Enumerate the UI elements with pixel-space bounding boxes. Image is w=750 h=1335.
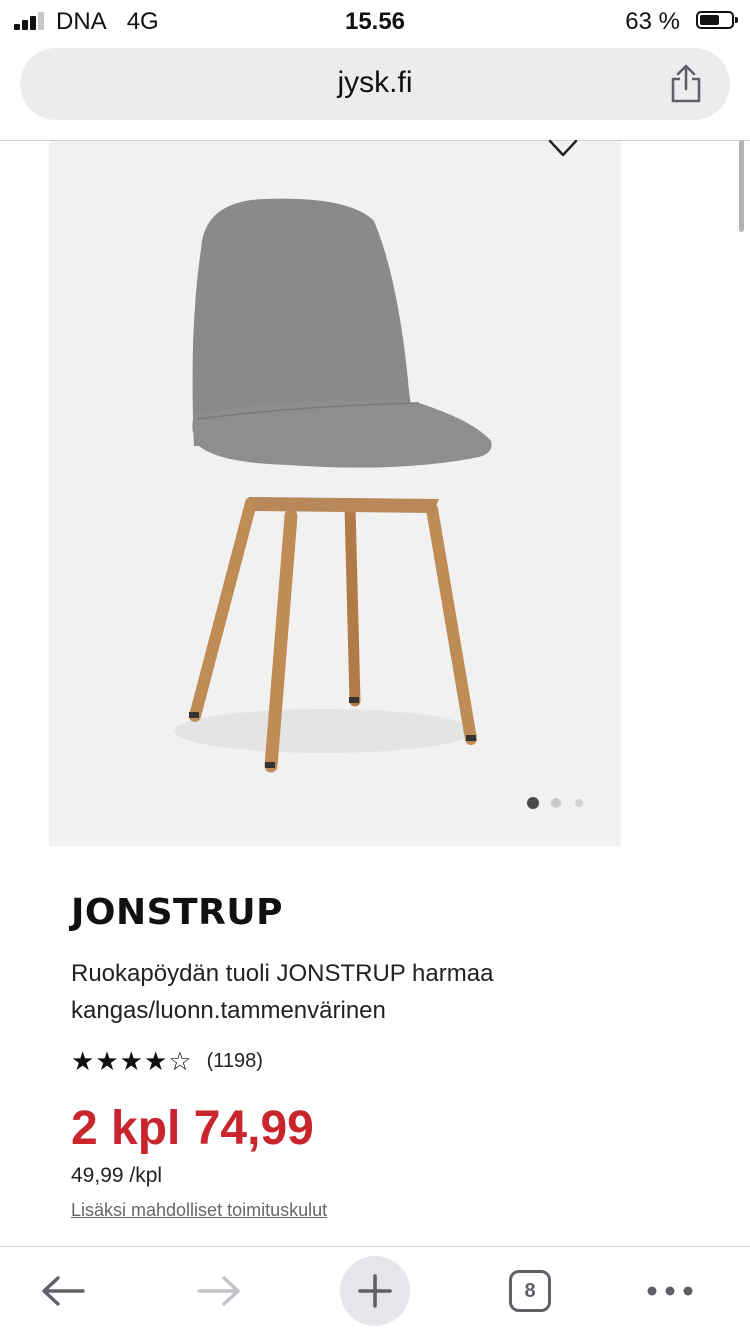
address-bar[interactable]: jysk.fi [20,48,730,120]
back-button[interactable] [30,1247,96,1335]
product-title: JONSTRUP [71,892,283,933]
product-description: Ruokapöydän tuoli JONSTRUP harmaa kangas… [71,960,494,1024]
share-icon[interactable] [668,64,704,104]
more-dots-icon [647,1286,693,1296]
star-half-icon: ☆ [168,1046,192,1076]
product-info: JONSTRUP Ruokapöydän tuoli JONSTRUP harm… [71,892,711,1221]
arrow-right-icon [197,1276,240,1306]
scrollbar[interactable] [739,140,744,232]
star-full-icon: ★ [143,1046,168,1076]
gallery-dot-active[interactable] [527,797,539,809]
gallery-dot[interactable] [551,798,561,808]
shipping-note-link[interactable]: Lisäksi mahdolliset toimituskulut [71,1200,711,1221]
heart-outline-icon[interactable] [547,139,579,159]
forward-button[interactable] [186,1247,252,1335]
plus-icon [358,1274,392,1308]
browser-toolbar: 8 [0,1246,750,1335]
url-text[interactable]: jysk.fi [20,66,730,100]
tabs-icon: 8 [509,1270,551,1312]
price: 2 kpl 74,99 [71,1102,314,1155]
more-button[interactable] [642,1247,698,1335]
star-full-icon: ★ [119,1046,143,1076]
rating[interactable]: ★ ★ ★ ★ ☆ (1198) [71,1047,711,1075]
gallery-dot[interactable] [575,799,583,807]
battery-icon [696,11,738,29]
review-count[interactable]: (1198) [207,1050,263,1073]
status-bar: DNA 4G 15.56 63 % [0,0,750,40]
tabs-button[interactable]: 8 [506,1247,554,1335]
arrow-left-icon [42,1276,85,1306]
battery-percent: 63 % [625,8,680,35]
unit-price: 49,99 /kpl [71,1164,163,1187]
star-full-icon: ★ [71,1046,95,1076]
star-full-icon: ★ [95,1046,119,1076]
product-image [174,198,492,773]
star-rating: ★ ★ ★ ★ ☆ [71,1048,193,1074]
product-image-gallery[interactable] [49,139,621,846]
tab-count: 8 [524,1279,536,1302]
battery-fill [700,15,719,25]
new-tab-button[interactable] [340,1247,410,1335]
